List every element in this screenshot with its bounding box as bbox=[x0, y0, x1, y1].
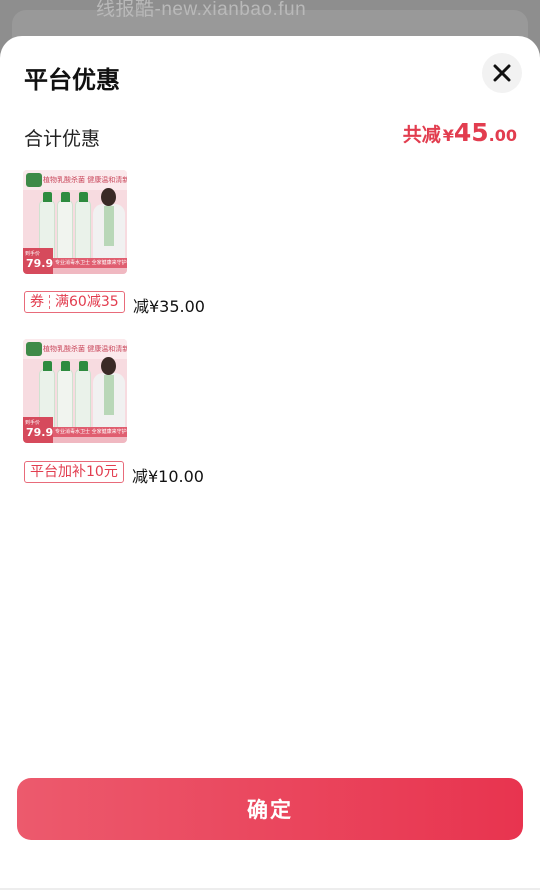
sheet-title: 平台优惠 bbox=[24, 66, 120, 94]
product-thumbnail[interactable]: 植物乳酸杀菌 健康温和清新 到手价 79.9 专业消毒水卫士 全家健康来守护 bbox=[23, 170, 127, 274]
platform-subsidy-tag: 平台加补10元 bbox=[24, 461, 124, 483]
close-icon bbox=[493, 64, 511, 82]
thumb-price-tag: 到手价 79.9 bbox=[23, 248, 53, 274]
coupon-tag: 券 满60减35 bbox=[24, 291, 125, 313]
thumb-footer: 专业消毒水卫士 全家健康来守护 bbox=[53, 258, 127, 268]
coupon-rule-label: 满60减35 bbox=[55, 294, 119, 310]
watermark-text: 线报酷-new.xianbao.fun bbox=[96, 0, 307, 20]
thumb-footer-strip bbox=[53, 268, 127, 274]
model-image bbox=[93, 357, 125, 431]
item-discount-amount: 减¥35.00 bbox=[133, 297, 205, 316]
total-discount-label: 合计优惠 bbox=[24, 128, 101, 150]
platform-discount-sheet: 平台优惠 合计优惠 共减 ¥ 45 .00 植物乳酸杀菌 健康温和清新 到手价 … bbox=[0, 36, 540, 890]
thumb-footer-text: 专业消毒水卫士 全家健康来守护 bbox=[55, 429, 127, 435]
bottle-image bbox=[57, 361, 73, 429]
bottle-image bbox=[75, 192, 91, 260]
subsidy-label: 平台加补10元 bbox=[30, 464, 118, 480]
thumb-price-tag: 到手价 79.9 bbox=[23, 417, 53, 443]
thumb-price-label: 到手价 bbox=[25, 420, 41, 426]
thumb-headline: 植物乳酸杀菌 健康温和清新 bbox=[43, 176, 127, 184]
thumb-price-label: 到手价 bbox=[25, 251, 41, 257]
total-amount-dec: .00 bbox=[488, 126, 517, 145]
total-discount-value: 共减 ¥ 45 .00 bbox=[403, 118, 517, 147]
thumb-footer-strip bbox=[53, 437, 127, 443]
brand-logo-icon bbox=[26, 342, 42, 356]
thumb-footer-text: 专业消毒水卫士 全家健康来守护 bbox=[55, 260, 127, 266]
bottle-image bbox=[57, 192, 73, 260]
thumb-price: 79.9 bbox=[26, 426, 54, 439]
thumb-headline: 植物乳酸杀菌 健康温和清新 bbox=[43, 345, 127, 353]
close-button[interactable] bbox=[482, 53, 522, 93]
model-image bbox=[93, 188, 125, 262]
item-discount-amount: 减¥10.00 bbox=[132, 467, 204, 486]
confirm-button[interactable]: 确定 bbox=[17, 778, 523, 840]
brand-logo-icon bbox=[26, 173, 42, 187]
total-prefix: 共减 bbox=[402, 124, 441, 146]
thumb-price: 79.9 bbox=[26, 257, 54, 270]
coupon-type-label: 券 bbox=[30, 294, 44, 310]
total-currency: ¥ bbox=[442, 126, 454, 145]
thumb-footer: 专业消毒水卫士 全家健康来守护 bbox=[53, 427, 127, 437]
total-amount-int: 45 bbox=[453, 118, 489, 147]
bottle-image bbox=[75, 361, 91, 429]
product-thumbnail[interactable]: 植物乳酸杀菌 健康温和清新 到手价 79.9 专业消毒水卫士 全家健康来守护 bbox=[23, 339, 127, 443]
